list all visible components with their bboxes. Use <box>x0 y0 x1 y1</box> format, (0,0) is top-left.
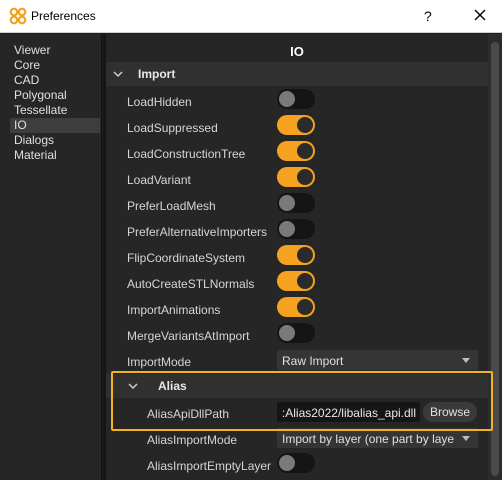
sidebar-item-core[interactable]: Core <box>10 58 100 73</box>
import-mode-value: Raw Import <box>282 354 344 368</box>
alias-api-dll-path-value: :Alias2022/libalias_api.dll <box>281 406 416 420</box>
import-mode-dropdown[interactable]: Raw Import <box>277 350 478 370</box>
page-title: IO <box>290 44 304 59</box>
toggle-knob <box>279 455 295 471</box>
property-label: FlipCoordinateSystem <box>127 251 246 265</box>
property-label: LoadVariant <box>127 173 191 187</box>
alias-import-empty-layer-toggle[interactable] <box>277 453 315 473</box>
sidebar-item-viewer[interactable]: Viewer <box>10 43 100 58</box>
alias-import-empty-layer-label: AliasImportEmptyLayer <box>147 459 272 473</box>
merge-variants-at-import-toggle[interactable] <box>277 323 315 343</box>
alias-api-dll-path-label: AliasApiDllPath <box>147 407 230 421</box>
auto-create-stl-normals-toggle[interactable] <box>277 271 315 291</box>
import-section-header[interactable]: Import <box>106 62 488 86</box>
import-animations-toggle[interactable] <box>277 297 315 317</box>
load-suppressed-toggle[interactable] <box>277 115 315 135</box>
property-label: LoadHidden <box>127 95 192 109</box>
alias-section-header[interactable]: Alias <box>106 374 488 398</box>
property-label: LoadConstructionTree <box>127 147 246 161</box>
alias-import-mode-value: Import by layer (one part by layer <box>282 432 454 446</box>
sidebar-item-material[interactable]: Material <box>10 148 100 163</box>
property-label: LoadSuppressed <box>127 121 218 135</box>
app-icon <box>9 7 27 25</box>
property-label: AutoCreateSTLNormals <box>127 277 255 291</box>
category-sidebar: Viewer Core CAD Polygonal Tessellate IO … <box>0 34 102 480</box>
load-variant-toggle[interactable] <box>277 167 315 187</box>
load-construction-tree-toggle[interactable] <box>277 141 315 161</box>
title-bar: Preferences ? <box>0 0 502 33</box>
chevron-down-icon <box>113 71 123 78</box>
window-title: Preferences <box>31 9 96 23</box>
toggle-knob <box>297 299 313 315</box>
chevron-down-icon <box>128 383 138 390</box>
property-label: PreferAlternativeImporters <box>127 225 268 239</box>
toggle-knob <box>279 221 295 237</box>
toggle-knob <box>297 273 313 289</box>
toggle-knob <box>279 325 295 341</box>
close-icon[interactable] <box>470 5 490 25</box>
vertical-scrollbar[interactable] <box>488 34 502 480</box>
sidebar-item-tessellate[interactable]: Tessellate <box>10 103 100 118</box>
help-button[interactable]: ? <box>424 8 432 24</box>
browse-button[interactable]: Browse <box>423 402 477 422</box>
import-section-label: Import <box>138 67 176 81</box>
toggle-knob <box>297 143 313 159</box>
sidebar-item-cad[interactable]: CAD <box>10 73 100 88</box>
flip-coordinate-system-toggle[interactable] <box>277 245 315 265</box>
dropdown-arrow-icon <box>462 358 470 363</box>
property-label: ImportAnimations <box>127 303 221 317</box>
sidebar-item-polygonal[interactable]: Polygonal <box>10 88 100 103</box>
prefer-alternative-importers-toggle[interactable] <box>277 219 315 239</box>
property-label: PreferLoadMesh <box>127 199 216 213</box>
sidebar-item-dialogs[interactable]: Dialogs <box>10 133 100 148</box>
toggle-knob <box>297 247 313 263</box>
toggle-knob <box>297 169 313 185</box>
alias-import-mode-label: AliasImportMode <box>147 433 238 447</box>
toggle-knob <box>279 195 295 211</box>
load-hidden-toggle[interactable] <box>277 89 315 109</box>
import-mode-label: ImportMode <box>127 355 192 369</box>
dropdown-arrow-icon <box>462 436 470 441</box>
toggle-knob <box>297 117 313 133</box>
toggle-knob <box>279 91 295 107</box>
prefer-load-mesh-toggle[interactable] <box>277 193 315 213</box>
alias-section-label: Alias <box>158 379 187 393</box>
property-label: MergeVariantsAtImport <box>127 329 250 343</box>
scrollbar-thumb[interactable] <box>491 42 499 476</box>
alias-api-dll-path-input[interactable]: :Alias2022/libalias_api.dll <box>277 402 420 422</box>
sidebar-item-io[interactable]: IO <box>10 118 100 133</box>
alias-import-mode-dropdown[interactable]: Import by layer (one part by layer <box>277 428 478 448</box>
